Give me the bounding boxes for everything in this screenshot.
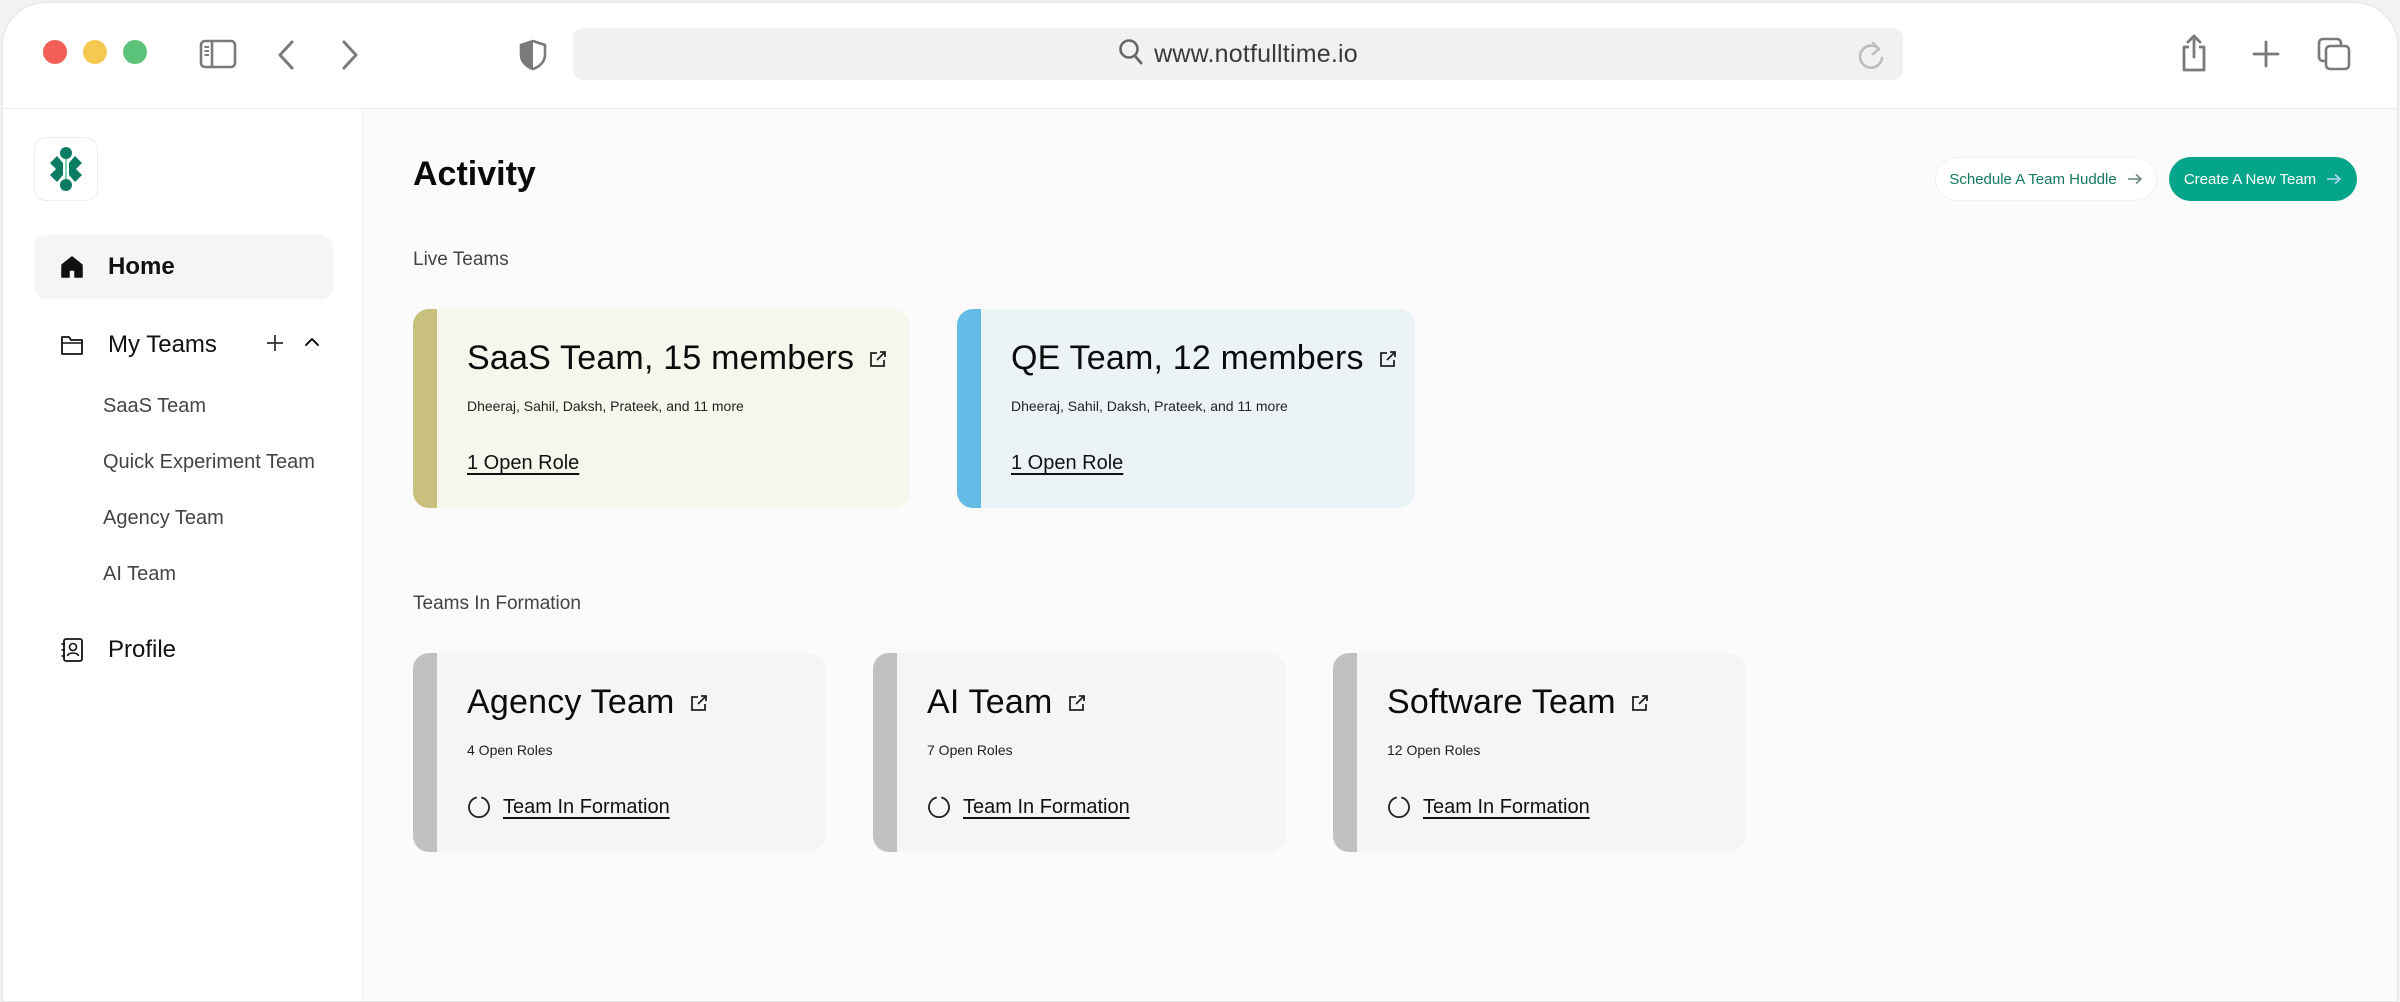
- live-team-card[interactable]: SaaS Team, 15 members Dheeraj, Sahil, Da…: [413, 309, 909, 508]
- loading-spinner-icon: [1387, 795, 1411, 819]
- new-tab-icon[interactable]: [2251, 39, 2281, 69]
- team-card-title: Agency Team: [467, 683, 675, 721]
- external-link-icon[interactable]: [1378, 349, 1398, 369]
- live-teams-heading: Live Teams: [413, 249, 509, 270]
- sidebar-toggle-icon[interactable]: [199, 39, 237, 69]
- search-icon: [1118, 38, 1144, 71]
- open-roles-link[interactable]: 1 Open Role: [1011, 452, 1123, 475]
- url-text[interactable]: www.notfulltime.io: [1154, 40, 1358, 69]
- back-icon[interactable]: [275, 39, 297, 71]
- team-card-title: AI Team: [927, 683, 1053, 721]
- sidebar-team-item[interactable]: AI Team: [103, 563, 176, 586]
- external-link-icon[interactable]: [1067, 693, 1087, 713]
- formation-team-card[interactable]: Software Team 12 Open Roles Team In Form…: [1333, 653, 1745, 852]
- open-roles-count: 12 Open Roles: [1387, 742, 1481, 758]
- card-accent-bar: [873, 653, 897, 852]
- arrow-right-icon: [2326, 173, 2342, 185]
- external-link-icon[interactable]: [1630, 693, 1650, 713]
- team-members-text: Dheeraj, Sahil, Daksh, Prateek, and 11 m…: [1011, 398, 1288, 414]
- formation-team-card[interactable]: AI Team 7 Open Roles Team In Formation: [873, 653, 1285, 852]
- address-bar[interactable]: www.notfulltime.io: [573, 28, 1903, 80]
- reload-icon[interactable]: [1857, 40, 1887, 77]
- card-accent-bar: [413, 309, 437, 508]
- app-logo[interactable]: [34, 137, 98, 201]
- sidebar-item-my-teams[interactable]: My Teams: [60, 331, 330, 359]
- browser-toolbar: www.notfulltime.io: [3, 3, 2397, 109]
- live-team-card[interactable]: QE Team, 12 members Dheeraj, Sahil, Daks…: [957, 309, 1415, 508]
- team-members-text: Dheeraj, Sahil, Daksh, Prateek, and 11 m…: [467, 398, 744, 414]
- button-label: Schedule A Team Huddle: [1949, 170, 2117, 188]
- tabs-overview-icon[interactable]: [2317, 37, 2351, 71]
- folder-icon: [60, 334, 84, 356]
- team-card-title: QE Team, 12 members: [1011, 339, 1364, 377]
- share-icon[interactable]: [2179, 33, 2209, 73]
- add-team-icon[interactable]: [265, 333, 285, 353]
- sidebar-item-label: My Teams: [108, 331, 217, 358]
- open-roles-count: 4 Open Roles: [467, 742, 553, 758]
- sidebar-item-label: Home: [108, 253, 175, 280]
- sidebar-item-profile[interactable]: Profile: [60, 636, 176, 664]
- loading-spinner-icon: [927, 795, 951, 819]
- sidebar-team-item[interactable]: SaaS Team: [103, 395, 206, 418]
- external-link-icon[interactable]: [868, 349, 888, 369]
- logo-icon: [50, 147, 82, 191]
- home-icon: [60, 255, 84, 279]
- team-status-link[interactable]: Team In Formation: [963, 796, 1130, 819]
- team-card-title: Software Team: [1387, 683, 1616, 721]
- sidebar-item-label: Profile: [108, 636, 177, 663]
- loading-spinner-icon: [467, 795, 491, 819]
- formation-teams-heading: Teams In Formation: [413, 593, 581, 614]
- arrow-right-icon: [2127, 173, 2143, 185]
- close-window-button[interactable]: [43, 40, 67, 64]
- team-status-link[interactable]: Team In Formation: [1423, 796, 1590, 819]
- maximize-window-button[interactable]: [123, 40, 147, 64]
- team-card-title: SaaS Team, 15 members: [467, 339, 855, 377]
- sidebar-team-item[interactable]: Agency Team: [103, 507, 224, 530]
- card-accent-bar: [413, 653, 437, 852]
- sidebar: Home My Teams SaaS Team Quick Experiment…: [3, 109, 363, 1001]
- card-accent-bar: [957, 309, 981, 508]
- external-link-icon[interactable]: [689, 693, 709, 713]
- create-team-button[interactable]: Create A New Team: [2169, 157, 2357, 201]
- browser-window: www.notfulltime.io Home My Teams SaaS Te…: [2, 2, 2398, 1002]
- page-title: Activity: [413, 155, 536, 193]
- card-accent-bar: [1333, 653, 1357, 852]
- chevron-up-icon[interactable]: [303, 335, 321, 349]
- sidebar-team-item[interactable]: Quick Experiment Team: [103, 451, 315, 474]
- schedule-huddle-button[interactable]: Schedule A Team Huddle: [1935, 157, 2157, 201]
- button-label: Create A New Team: [2183, 170, 2317, 188]
- minimize-window-button[interactable]: [83, 40, 107, 64]
- forward-icon[interactable]: [339, 39, 361, 71]
- open-roles-count: 7 Open Roles: [927, 742, 1013, 758]
- open-roles-link[interactable]: 1 Open Role: [467, 452, 579, 475]
- main-content: Activity Schedule A Team Huddle Create A…: [365, 109, 2397, 1001]
- profile-card-icon: [60, 637, 84, 663]
- shield-icon[interactable]: [519, 39, 547, 71]
- team-status-link[interactable]: Team In Formation: [503, 796, 670, 819]
- sidebar-item-home[interactable]: Home: [34, 235, 333, 299]
- formation-team-card[interactable]: Agency Team 4 Open Roles Team In Formati…: [413, 653, 825, 852]
